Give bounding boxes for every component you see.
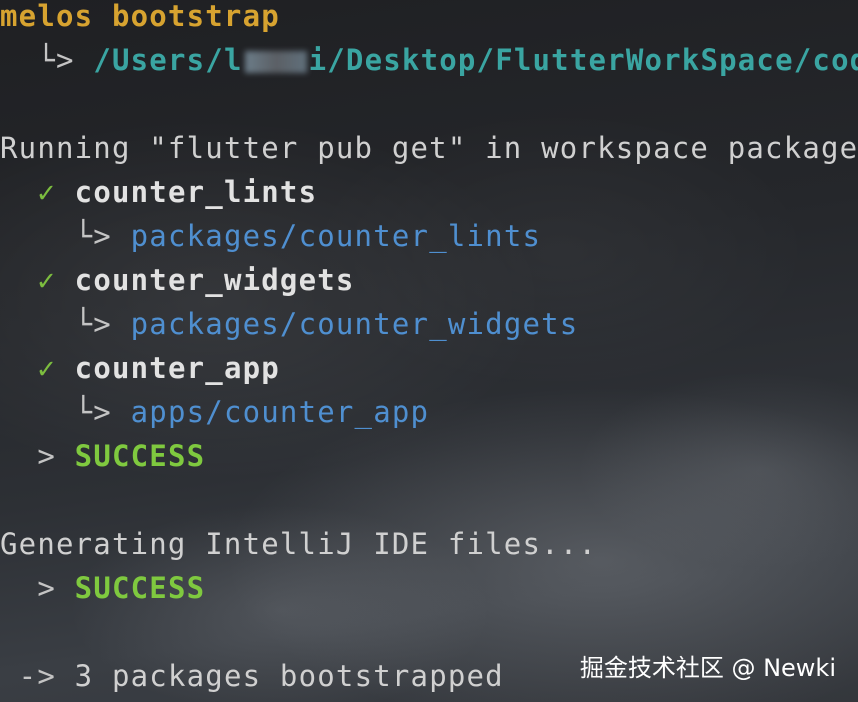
summary-arrow: -> (18, 659, 56, 693)
package-path: apps/counter_app (130, 395, 430, 429)
cwd-path-prefix: /Users/l (93, 43, 243, 77)
package-path: packages/counter_lints (130, 219, 542, 253)
ide-message-text: Generating IntelliJ IDE files... (0, 527, 598, 561)
result-prompt: > (37, 439, 56, 473)
check-icon: ✓ (37, 263, 56, 297)
package-line: ✓ counter_app (0, 346, 280, 390)
package-path: packages/counter_widgets (130, 307, 579, 341)
pub-get-message: Running "flutter pub get" in workspace p… (0, 126, 858, 170)
ide-message: Generating IntelliJ IDE files... (0, 522, 597, 566)
package-line: ✓ counter_widgets (0, 258, 355, 302)
success-status: SUCCESS (74, 571, 206, 605)
summary-line: -> 3 packages bootstrapped (0, 654, 504, 698)
package-path-line: └> packages/counter_widgets (0, 302, 578, 346)
command-line: melos bootstrap (0, 0, 280, 38)
result-prompt: > (37, 571, 56, 605)
check-icon: ✓ (37, 175, 56, 209)
tree-arrow: └> (74, 395, 112, 429)
terminal-window: melos bootstrap └> /Users/l i/Desktop/Flu… (0, 0, 858, 702)
package-line: ✓ counter_lints (0, 170, 317, 214)
ide-result: > SUCCESS (0, 566, 205, 610)
cwd-arrow: └> (37, 43, 75, 77)
check-icon: ✓ (37, 351, 56, 385)
tree-arrow: └> (74, 219, 112, 253)
summary-text: 3 packages bootstrapped (74, 659, 504, 693)
pub-get-message-text: Running "flutter pub get" in workspace p… (0, 131, 858, 165)
redacted-username (244, 51, 307, 73)
package-path-line: └> apps/counter_app (0, 390, 429, 434)
package-name: counter_app (74, 351, 280, 385)
pub-get-result: > SUCCESS (0, 434, 205, 478)
success-status: SUCCESS (74, 439, 206, 473)
package-path-line: └> packages/counter_lints (0, 214, 541, 258)
cwd-path-suffix: i/Desktop/FlutterWorkSpace/code (308, 43, 858, 77)
command-text: melos bootstrap (0, 0, 280, 33)
package-name: counter_widgets (74, 263, 355, 297)
package-name: counter_lints (74, 175, 318, 209)
cwd-line: └> /Users/l i/Desktop/FlutterWorkSpace/co… (0, 38, 858, 82)
tree-arrow: └> (74, 307, 112, 341)
watermark: 掘金技术社区 @ Newki (579, 654, 836, 682)
